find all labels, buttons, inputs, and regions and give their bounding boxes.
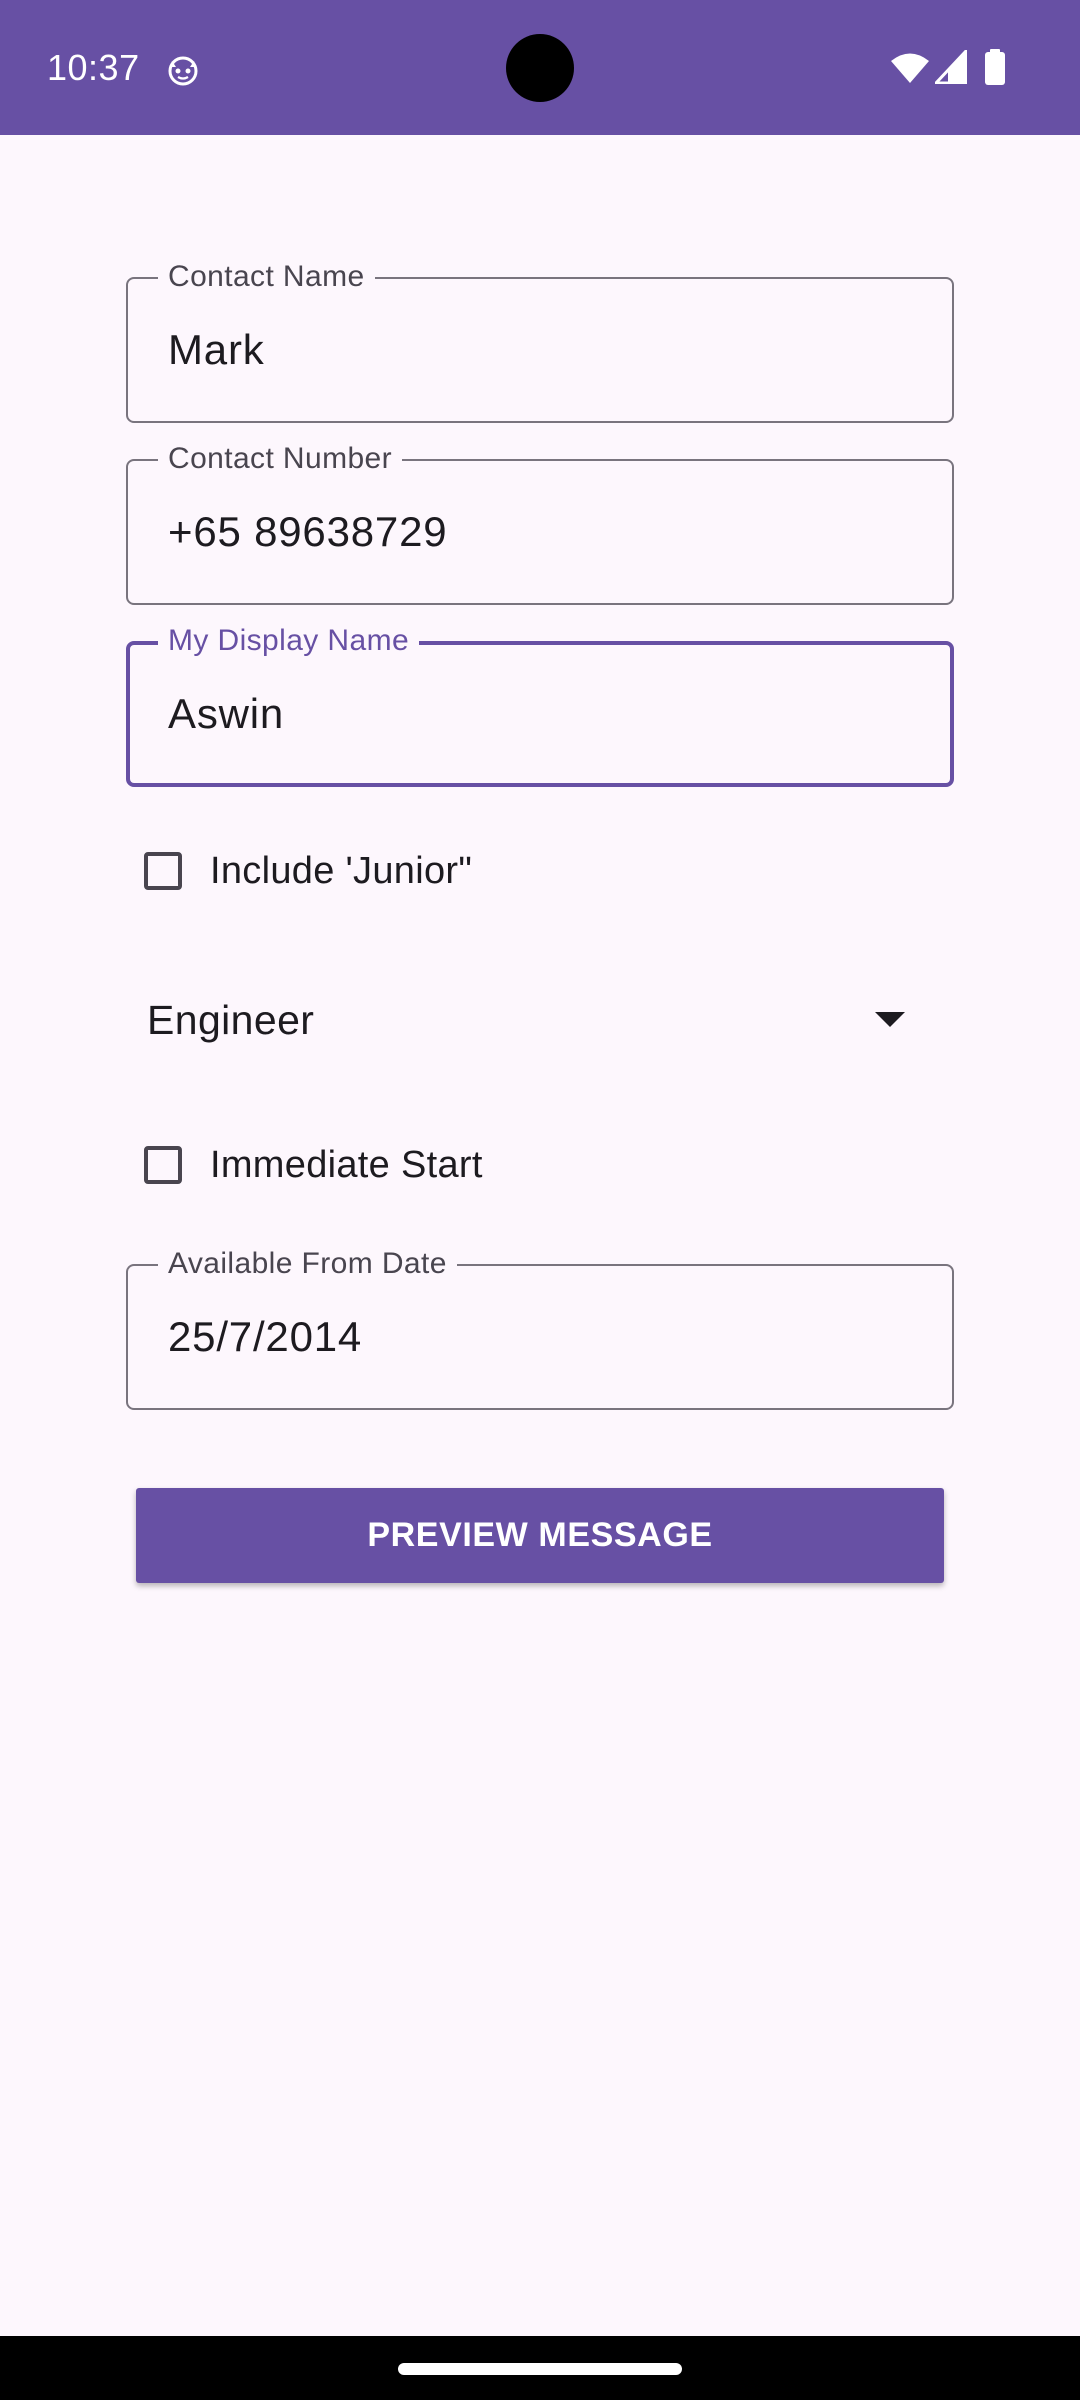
contact-number-field[interactable]: Contact Number +65 89638729	[126, 441, 954, 605]
home-gesture-handle[interactable]	[398, 2363, 682, 2375]
role-dropdown-value[interactable]: Engineer	[147, 995, 314, 1045]
preview-message-button[interactable]: PREVIEW MESSAGE	[136, 1488, 944, 1583]
cat-face-icon	[166, 53, 200, 87]
display-name-field[interactable]: My Display Name Aswin	[126, 623, 954, 787]
contact-name-value[interactable]: Mark	[168, 325, 265, 375]
display-name-value[interactable]: Aswin	[168, 689, 284, 739]
wifi-icon	[890, 52, 930, 84]
role-dropdown[interactable]: Engineer	[126, 975, 954, 1065]
dropdown-arrow-icon[interactable]	[875, 1012, 905, 1027]
display-name-label: My Display Name	[158, 623, 420, 659]
immediate-start-checkbox-row[interactable]: Immediate Start	[144, 1135, 483, 1195]
contact-name-label: Contact Name	[158, 259, 375, 295]
available-from-date-value[interactable]: 25/7/2014	[168, 1312, 362, 1362]
include-junior-label[interactable]: Include 'Junior"	[210, 850, 472, 893]
include-junior-checkbox-row[interactable]: Include 'Junior"	[144, 841, 472, 901]
contact-number-value[interactable]: +65 89638729	[168, 507, 447, 557]
signal-icon	[934, 49, 968, 85]
status-time: 10:37	[47, 47, 140, 88]
immediate-start-checkbox[interactable]	[144, 1146, 182, 1184]
include-junior-checkbox[interactable]	[144, 852, 182, 890]
available-from-date-field[interactable]: Available From Date 25/7/2014	[126, 1246, 954, 1410]
battery-icon	[984, 49, 1006, 85]
camera-cutout	[506, 34, 574, 102]
contact-name-field[interactable]: Contact Name Mark	[126, 259, 954, 423]
immediate-start-label[interactable]: Immediate Start	[210, 1144, 483, 1187]
contact-number-label: Contact Number	[158, 441, 403, 477]
available-from-date-label: Available From Date	[158, 1246, 457, 1282]
status-bar: 10:37	[0, 0, 1080, 135]
